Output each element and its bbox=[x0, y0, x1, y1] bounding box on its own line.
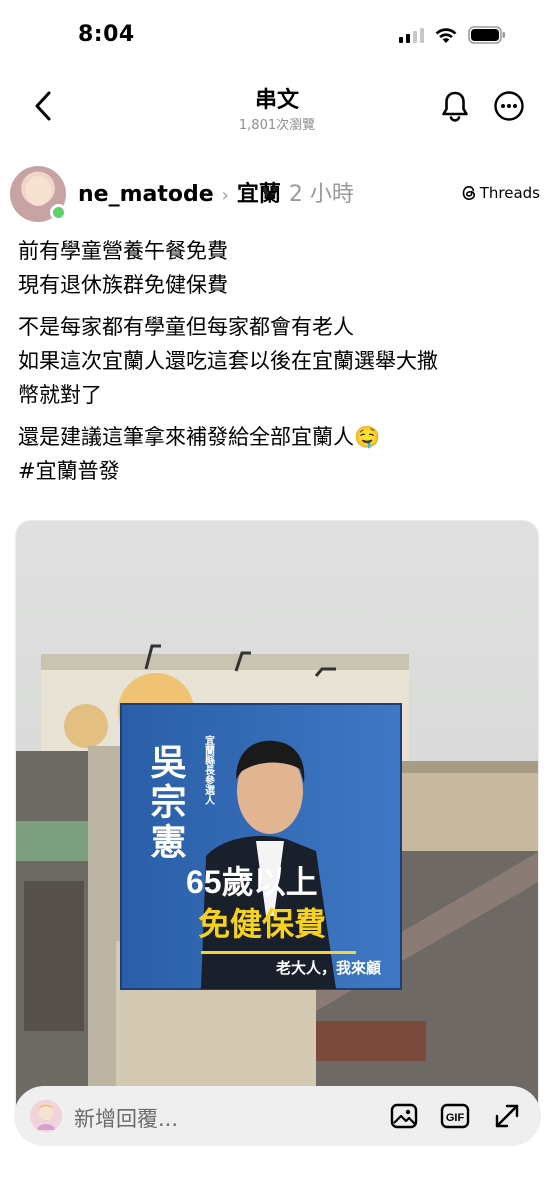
hashtag[interactable]: #宜蘭普發 bbox=[18, 454, 538, 488]
expand-button[interactable] bbox=[491, 1100, 523, 1132]
post-paragraph: 還是建議這筆拿來補發給全部宜蘭人🤤 #宜蘭普發 bbox=[18, 420, 538, 488]
svg-text:GIF: GIF bbox=[446, 1112, 465, 1124]
gif-icon: GIF bbox=[440, 1103, 470, 1129]
chevron-right-icon: › bbox=[221, 185, 229, 206]
post-time: 2 小時 bbox=[288, 182, 354, 207]
cellular-signal-icon bbox=[399, 27, 424, 43]
billboard-headline-2: 免健保費 bbox=[198, 906, 326, 942]
billboard-candidate-role: 宜蘭縣長參選人 bbox=[203, 734, 215, 805]
threads-icon bbox=[462, 185, 475, 201]
gif-button[interactable]: GIF bbox=[439, 1100, 471, 1132]
post-header: ne_matode › 宜蘭 2 小時 Threads bbox=[0, 160, 554, 228]
reply-avatar bbox=[30, 1100, 62, 1132]
view-count: 1,801次瀏覽 bbox=[238, 118, 316, 133]
post-image[interactable]: 吳宗憲 宜蘭縣長參選人 65歲以上 免健保費 老大人，我來顧 bbox=[15, 520, 539, 1120]
reply-bar[interactable]: 新增回覆... GIF bbox=[14, 1086, 541, 1146]
billboard-headline-1: 65歲以上 bbox=[186, 864, 318, 900]
reply-input[interactable]: 新增回覆... bbox=[74, 1103, 178, 1133]
status-bar: 8:04 bbox=[0, 0, 554, 72]
post-line: 還是建議這筆拿來補發給全部宜蘭人🤤 bbox=[18, 425, 381, 449]
notification-button[interactable] bbox=[440, 90, 470, 122]
online-status-icon bbox=[50, 204, 67, 221]
threads-badge-label: Threads bbox=[479, 184, 540, 202]
wifi-icon bbox=[435, 27, 457, 43]
post-line: 幣就對了 bbox=[18, 383, 102, 407]
bell-icon bbox=[442, 91, 468, 122]
post-line: 前有學童營養午餐免費 bbox=[18, 239, 228, 263]
username[interactable]: ne_matode bbox=[78, 182, 214, 207]
image-icon bbox=[390, 1103, 418, 1129]
more-options-button[interactable] bbox=[493, 90, 525, 122]
post-paragraph: 不是每家都有學童但每家都會有老人 如果這次宜蘭人還吃這套以後在宜蘭選舉大撒 幣就… bbox=[18, 310, 538, 412]
post-paragraph: 前有學童營養午餐免費 現有退休族群免健保費 bbox=[18, 234, 538, 302]
threads-badge: Threads bbox=[461, 184, 540, 202]
battery-icon bbox=[468, 26, 505, 44]
post-line: 如果這次宜蘭人還吃這套以後在宜蘭選舉大撒 bbox=[18, 349, 438, 373]
expand-icon bbox=[495, 1104, 519, 1128]
post-body: 前有學童營養午餐免費 現有退休族群免健保費 不是每家都有學童但每家都會有老人 如… bbox=[18, 234, 538, 496]
avatar-face bbox=[25, 176, 51, 206]
topic-tag[interactable]: 宜蘭 bbox=[237, 176, 281, 208]
top-navigation: 串文 1,801次瀏覽 bbox=[0, 72, 554, 142]
billboard-candidate-name: 吳宗憲 bbox=[146, 743, 187, 863]
attach-image-button[interactable] bbox=[388, 1100, 420, 1132]
billboard-photo: 吳宗憲 宜蘭縣長參選人 65歲以上 免健保費 老大人，我來顧 bbox=[16, 521, 538, 1119]
avatar-sticker-icon bbox=[30, 1100, 62, 1132]
more-icon bbox=[494, 91, 524, 121]
post-meta: ne_matode › 宜蘭 2 小時 bbox=[78, 176, 354, 208]
status-time: 8:04 bbox=[78, 22, 135, 47]
post-line: 不是每家都有學童但每家都會有老人 bbox=[18, 315, 354, 339]
page-title: 串文 bbox=[254, 88, 299, 113]
billboard-slogan: 老大人，我來顧 bbox=[275, 959, 381, 977]
post-line: 現有退休族群免健保費 bbox=[18, 273, 228, 297]
status-icons bbox=[399, 26, 506, 44]
